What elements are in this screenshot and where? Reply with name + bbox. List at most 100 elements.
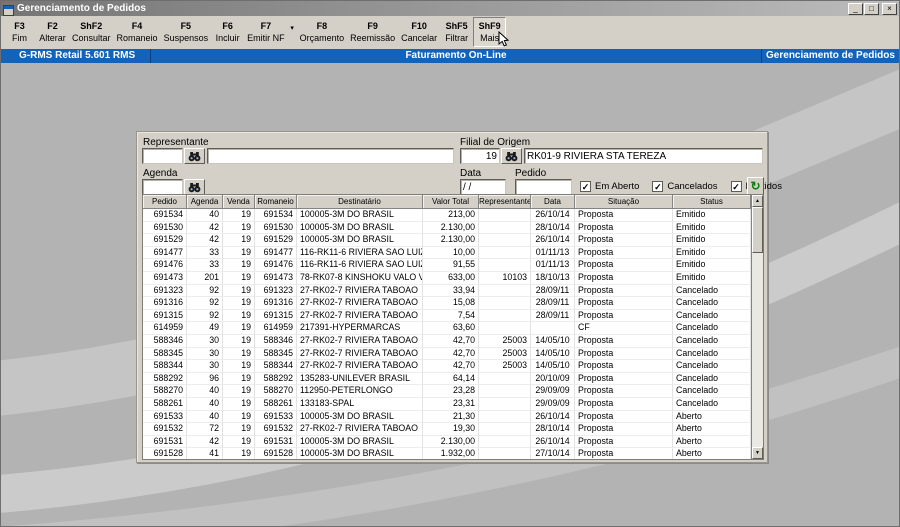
toolbar-button-orcamento[interactable]: F8 Orçamento [297,17,348,47]
cell-representante [479,309,531,323]
toolbar-button-label: Consultar [72,33,111,43]
pedido-input[interactable] [515,179,572,195]
data-input[interactable] [460,179,506,195]
cell-romaneio: 588346 [255,334,297,348]
filial-search-button[interactable] [501,148,522,164]
cell-status: Emitido [673,221,751,235]
table-row[interactable]: 691531 42 19 691531 100005-3M DO BRASIL 2.130… [143,435,751,449]
agenda-code-input[interactable] [142,179,183,195]
agenda-search-button[interactable] [184,179,205,195]
cell-situacao: Proposta [575,423,673,436]
toolbar-button-key: F7 [260,21,272,31]
cell-pedido: 691531 [143,435,187,449]
column-header-pedido[interactable]: Pedido [143,195,187,209]
window-title: Gerenciamento de Pedidos [17,3,146,14]
toolbar-button-emitir-nf[interactable]: F7 Emitir NF [244,17,288,47]
table-row[interactable]: 691316 92 19 691316 27-RK02-7 RIVIERA TABOAO… [143,297,751,310]
cell-venda: 19 [223,334,255,348]
titlebar[interactable]: Gerenciamento de Pedidos _ □ × [1,1,899,16]
pedido-label: Pedido [515,168,547,179]
cell-valor-total: 1.932,00 [423,448,479,459]
refresh-button[interactable]: ↻ [747,177,764,195]
table-row[interactable]: 691530 42 19 691530 100005-3M DO BRASIL 2.130… [143,221,751,235]
cell-situacao: Proposta [575,284,673,298]
cell-romaneio: 691315 [255,309,297,323]
table-row[interactable]: 691473 201 19 691473 78-RK07-8 KINSHOKU VALO… [143,271,751,285]
checkbox-box[interactable]: ✓ [580,181,591,192]
column-header-data[interactable]: Data [531,195,575,209]
scroll-up-button[interactable]: ▲ [752,195,763,207]
column-header-venda[interactable]: Venda [223,195,255,209]
column-header-representante[interactable]: Representante [479,195,531,209]
cell-pedido: 588344 [143,360,187,373]
maximize-button[interactable]: □ [864,2,879,15]
table-row[interactable]: 691534 40 19 691534 100005-3M DO BRASIL 213,0… [143,209,751,222]
table-row[interactable]: 691533 40 19 691533 100005-3M DO BRASIL 21,30… [143,410,751,424]
scrollbar-thumb[interactable] [752,207,763,253]
table-row[interactable]: 691323 92 19 691323 27-RK02-7 RIVIERA TABOAO… [143,284,751,298]
close-button[interactable]: × [882,2,897,15]
table-row[interactable]: 691532 72 19 691532 27-RK02-7 RIVIERA TABOAO… [143,423,751,436]
table-row[interactable]: 691477 33 19 691477 116-RK11-6 RIVIERA SAO L… [143,246,751,260]
toolbar-button-reemissao[interactable]: F9 Reemissão [347,17,398,47]
cell-destinatario: 27-RK02-7 RIVIERA TABOAO [297,347,423,361]
cell-romaneio: 691532 [255,423,297,436]
cell-situacao: Proposta [575,297,673,310]
cell-situacao: Proposta [575,246,673,260]
toolbar-button-mais[interactable]: ShF9 Mais [473,17,510,47]
column-header-agenda[interactable]: Agenda [187,195,223,209]
column-header-destinatario[interactable]: Destinatário [297,195,423,209]
table-row[interactable]: 691476 33 19 691476 116-RK11-6 RIVIERA SAO L… [143,259,751,272]
cell-destinatario: 100005-3M DO BRASIL [297,209,423,222]
cell-status: Cancelado [673,309,751,323]
table-row[interactable]: 691529 42 19 691529 100005-3M DO BRASIL 2.130… [143,234,751,247]
column-header-status[interactable]: Status [673,195,751,209]
scroll-down-button[interactable]: ▼ [752,447,763,459]
cell-venda: 19 [223,372,255,386]
toolbar-button-consultar[interactable]: ShF2 Consultar [69,17,114,47]
checkbox-box[interactable]: ✓ [652,181,664,192]
table-row[interactable]: 588346 30 19 588346 27-RK02-7 RIVIERA TABOAO… [143,334,751,348]
checkbox-cancelados[interactable]: ✓ Cancelados [652,181,718,192]
toolbar-button-key: F10 [411,21,427,31]
toolbar-button-romaneio[interactable]: F4 Romaneio [114,17,161,47]
vertical-scrollbar[interactable]: ▲ ▼ [751,195,763,459]
table-row[interactable]: 614959 49 19 614959 217391-HYPERMARCAS 63,60 C… [143,322,751,335]
table-row[interactable]: 588345 30 19 588345 27-RK02-7 RIVIERA TABOAO… [143,347,751,361]
checkbox-em-aberto[interactable]: ✓ Em Aberto [580,181,639,192]
toolbar-button-filtrar[interactable]: ShF5 Filtrar [440,17,473,47]
checkbox-box[interactable]: ✓ [730,181,742,192]
toolbar-button-incluir[interactable]: F6 Incluir [211,17,244,47]
cell-representante [479,284,531,298]
column-header-romaneio[interactable]: Romaneio [255,195,297,209]
table-row[interactable]: 588270 40 19 588270 112950-PETERLONGO 23,28 29… [143,385,751,398]
filial-code-input[interactable] [460,148,500,164]
minimize-button[interactable]: _ [848,2,863,15]
cell-data: 01/11/13 [531,246,575,260]
app-version-label: G-RMS Retail 5.601 RMS [1,49,151,63]
table-row[interactable]: 588261 40 19 588261 133183-SPAL 23,31 29/09/09… [143,397,751,411]
table-row[interactable]: 588292 96 19 588292 135283-UNILEVER BRASIL 64… [143,372,751,386]
toolbar-buttons: F3 Fim F2 Alterar ShF2 Consultar F4 Romaneio F5 S… [3,17,510,47]
scrollbar-track[interactable] [752,253,763,447]
cell-agenda: 41 [187,448,223,459]
toolbar-button-fim[interactable]: F3 Fim [3,17,36,47]
table-row[interactable]: 588344 30 19 588344 27-RK02-7 RIVIERA TABOAO… [143,360,751,373]
emitir-nf-dropdown-arrow-icon[interactable]: ▾ [288,17,297,47]
cell-agenda: 40 [187,410,223,424]
toolbar-button-alterar[interactable]: F2 Alterar [36,17,69,47]
representante-code-input[interactable] [142,148,183,164]
screen-title: Gerenciamento de Pedidos [761,49,899,63]
toolbar: F3 Fim F2 Alterar ShF2 Consultar F4 Romaneio F5 S… [1,16,899,49]
column-header-situacao[interactable]: Situação [575,195,673,209]
toolbar-button-cancelar[interactable]: F10 Cancelar [398,17,440,47]
column-header-valor-total[interactable]: Valor Total [423,195,479,209]
cell-status: Cancelado [673,360,751,373]
table-row[interactable]: 691315 92 19 691315 27-RK02-7 RIVIERA TABOAO… [143,309,751,323]
cell-romaneio: 588270 [255,385,297,398]
cell-romaneio: 588292 [255,372,297,386]
toolbar-button-suspensos[interactable]: F5 Suspensos [161,17,212,47]
table-row[interactable]: 691528 41 19 691528 100005-3M DO BRASIL 1.932… [143,448,751,459]
toolbar-button-key: F9 [367,21,378,31]
representante-search-button[interactable] [184,148,205,164]
